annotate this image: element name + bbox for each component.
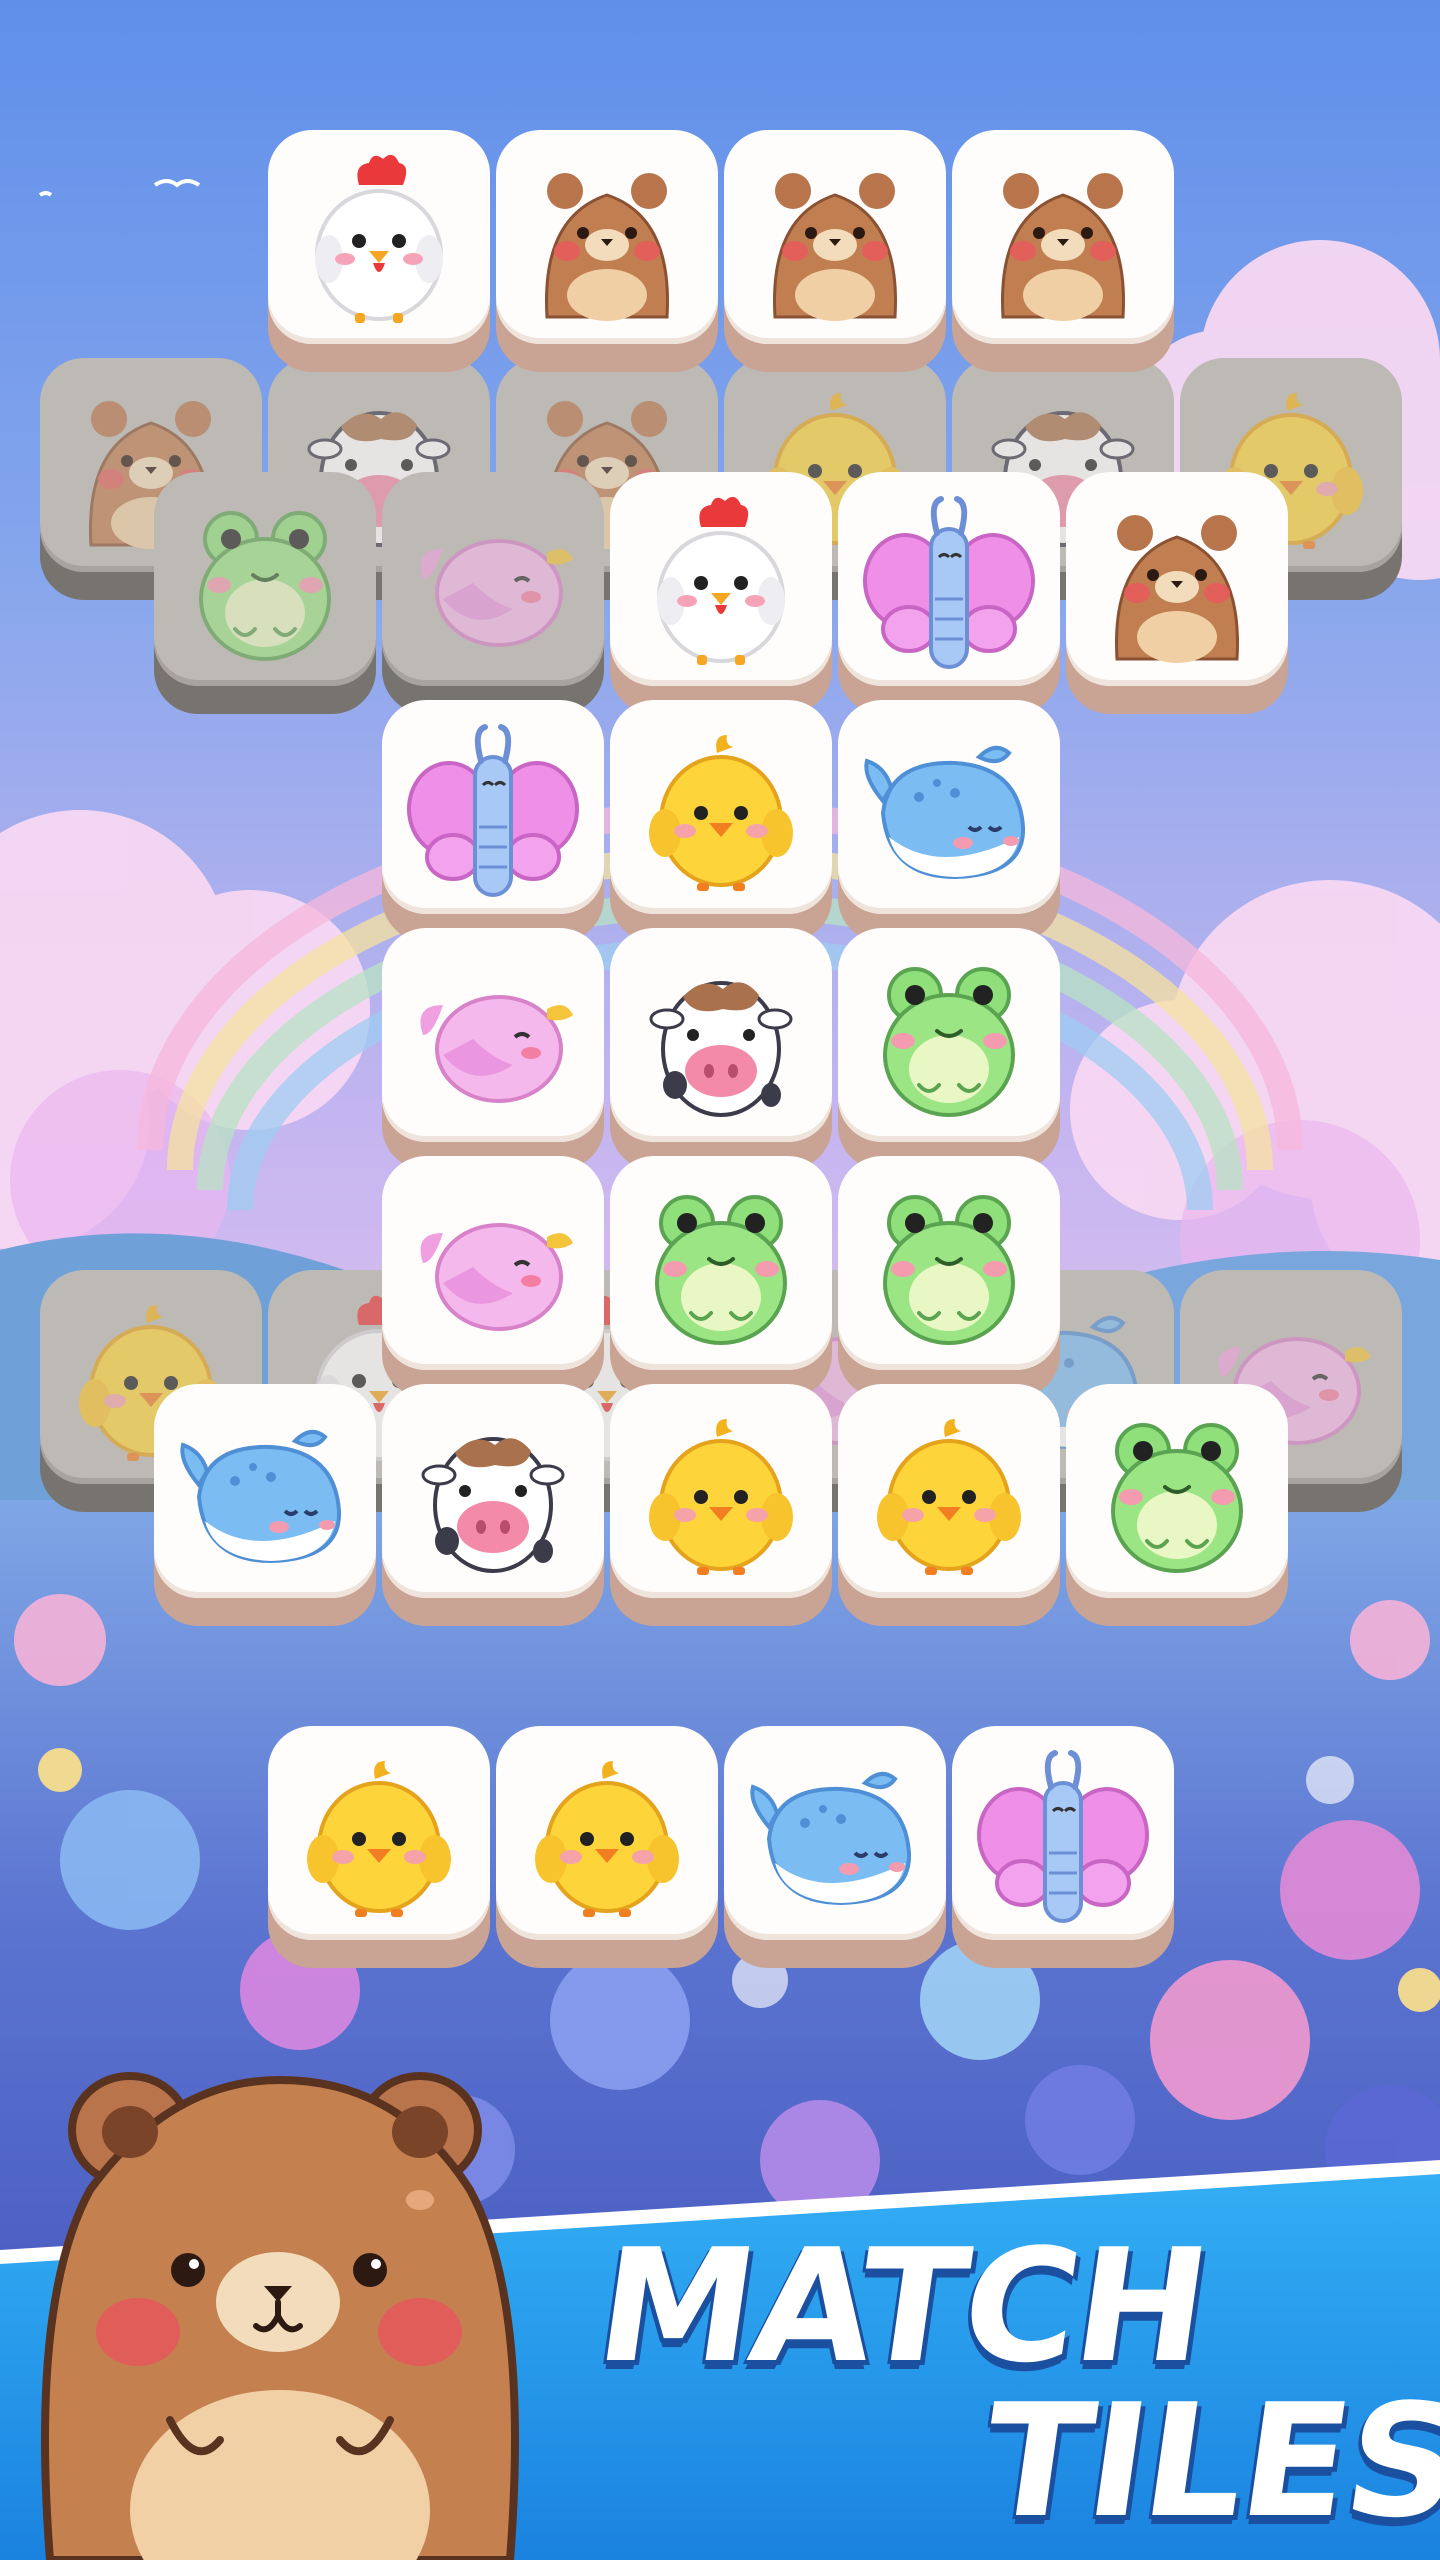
- whale-icon: [864, 745, 1026, 880]
- tile-frog[interactable]: [838, 1156, 1060, 1398]
- tile-face: [952, 130, 1174, 344]
- frog-icon: [883, 967, 1015, 1117]
- tile-face: [496, 130, 718, 344]
- butterfly-icon: [863, 496, 1035, 669]
- tile-bear[interactable]: [496, 130, 718, 372]
- tile-chick[interactable]: [610, 1384, 832, 1626]
- tile-whale[interactable]: [838, 700, 1060, 942]
- tile-cow[interactable]: [610, 928, 832, 1170]
- tile-chick[interactable]: [496, 1726, 718, 1968]
- tile-butterfly[interactable]: [382, 700, 604, 942]
- tile-face: [268, 1726, 490, 1940]
- tile-butterfly[interactable]: [952, 1726, 1174, 1968]
- tile-chick[interactable]: [838, 1384, 1060, 1626]
- frog-icon: [883, 1195, 1015, 1345]
- tile-chick[interactable]: [610, 700, 832, 942]
- bear-mascot: [41, 2072, 519, 2560]
- tile-face: [268, 130, 490, 344]
- tile-face: [382, 928, 604, 1142]
- tile-face: [1066, 472, 1288, 686]
- tile-chicken[interactable]: [610, 472, 832, 714]
- tile-whale[interactable]: [724, 1726, 946, 1968]
- tile-bear[interactable]: [724, 130, 946, 372]
- title-tiles: TILES: [972, 2370, 1440, 2552]
- tile-chick[interactable]: [268, 1726, 490, 1968]
- tile-face: [952, 1726, 1174, 1940]
- tile-face: [154, 1384, 376, 1598]
- tile-face: [610, 472, 832, 686]
- tile-frog[interactable]: [838, 928, 1060, 1170]
- chicken-icon: [315, 154, 443, 323]
- bear-icon: [773, 173, 897, 321]
- tile-face: [382, 1384, 604, 1598]
- tile-face: [838, 472, 1060, 686]
- frog-icon: [199, 511, 331, 661]
- frog-icon: [655, 1195, 787, 1345]
- butterfly-icon: [977, 1750, 1149, 1923]
- tile-face: [382, 472, 604, 686]
- tile-bear[interactable]: [1066, 472, 1288, 714]
- tile-chicken[interactable]: [268, 130, 490, 372]
- tile-face: [838, 1384, 1060, 1598]
- tile-frog: [154, 472, 376, 714]
- tile-face: [154, 472, 376, 686]
- chicken-icon: [657, 496, 785, 665]
- tile-bird[interactable]: [382, 1156, 604, 1398]
- tile-face: [610, 1384, 832, 1598]
- tile-whale[interactable]: [154, 1384, 376, 1626]
- bird-icon: [420, 1223, 573, 1331]
- tile-face: [838, 928, 1060, 1142]
- tile-face: [610, 700, 832, 914]
- tile-face: [610, 928, 832, 1142]
- bird-icon: [420, 995, 573, 1103]
- tile-bear[interactable]: [952, 130, 1174, 372]
- whale-icon: [750, 1771, 912, 1906]
- tile-face: [838, 1156, 1060, 1370]
- tile-face: [838, 700, 1060, 914]
- bear-icon: [545, 173, 669, 321]
- frog-icon: [1111, 1423, 1243, 1573]
- whale-icon: [180, 1429, 342, 1564]
- tile-frog[interactable]: [610, 1156, 832, 1398]
- bird-icon: [420, 539, 573, 647]
- bear-icon: [1115, 515, 1239, 663]
- tile-face: [610, 1156, 832, 1370]
- chick-icon: [535, 1761, 679, 1917]
- tile-face: [724, 1726, 946, 1940]
- tile-bird: [382, 472, 604, 714]
- chick-icon: [877, 1419, 1021, 1575]
- tile-face: [496, 1726, 718, 1940]
- butterfly-icon: [407, 724, 579, 897]
- tile-face: [382, 700, 604, 914]
- tile-butterfly[interactable]: [838, 472, 1060, 714]
- tile-face: [382, 1156, 604, 1370]
- tile-cow[interactable]: [382, 1384, 604, 1626]
- chick-icon: [307, 1761, 451, 1917]
- cow-icon: [649, 981, 793, 1117]
- tile-face: [724, 130, 946, 344]
- tile-face: [1066, 1384, 1288, 1598]
- tile-frog[interactable]: [1066, 1384, 1288, 1626]
- chick-icon: [649, 1419, 793, 1575]
- chick-icon: [649, 735, 793, 891]
- tile-bird[interactable]: [382, 928, 604, 1170]
- game-screen: MATCH TILES: [0, 0, 1440, 2560]
- cow-icon: [421, 1437, 565, 1573]
- bear-icon: [1001, 173, 1125, 321]
